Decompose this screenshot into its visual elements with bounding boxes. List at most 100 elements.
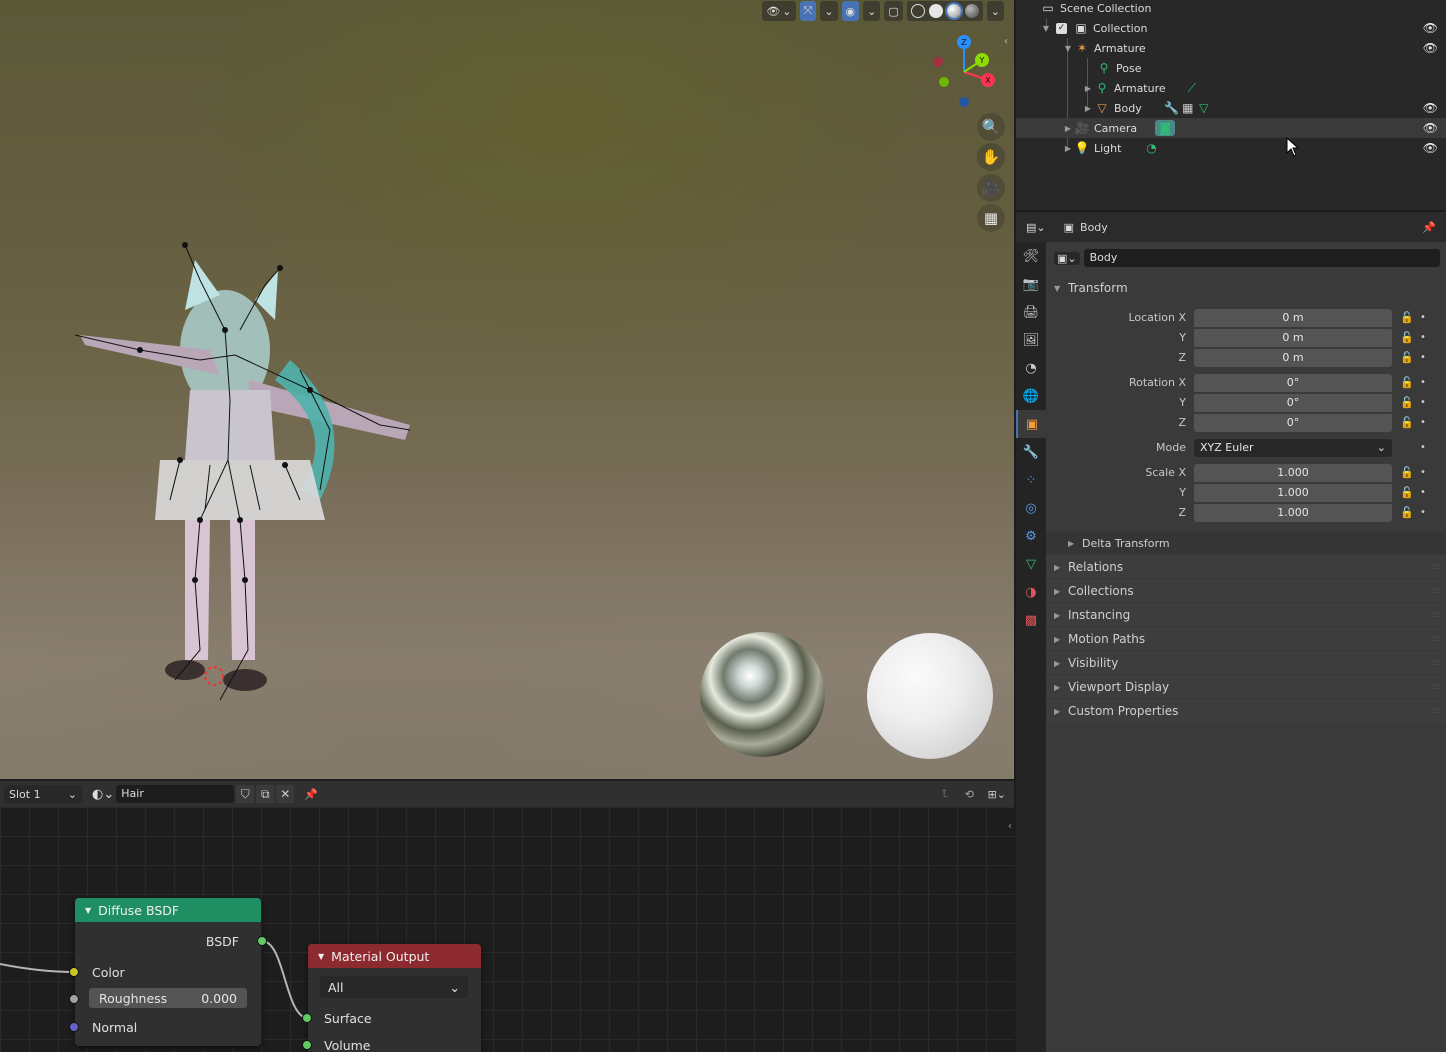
- properties-editor[interactable]: ▤⌄ ▣ Body 📌 🛠 📷 🖨 🖼 ◔ 🌐 ▣ 🔧 ⁘ ◎ ⚙ ▽ ◑ ▩ …: [1016, 212, 1446, 1052]
- surface-input-socket[interactable]: [302, 1013, 312, 1023]
- drag-grip-icon[interactable]: ::::: [1432, 658, 1441, 668]
- output-tab-icon[interactable]: 🖨: [1016, 298, 1046, 326]
- texture-tab-icon[interactable]: ▩: [1016, 606, 1046, 634]
- lock-icon[interactable]: 🔓: [1396, 351, 1418, 364]
- outliner-row-light[interactable]: ▶ 💡 Light ◔ 👁: [1016, 138, 1446, 158]
- pin-icon[interactable]: 📌: [1422, 221, 1436, 234]
- neg-y-axis-handle[interactable]: [939, 77, 949, 87]
- location-z-field[interactable]: 0 m: [1194, 348, 1392, 367]
- rendered-shading-icon[interactable]: [964, 4, 979, 18]
- drag-grip-icon[interactable]: ::::: [1432, 562, 1441, 572]
- scale-y-field[interactable]: 1.000: [1194, 483, 1392, 502]
- collapse-triangle-icon[interactable]: ▼: [318, 952, 324, 961]
- rotation-z-field[interactable]: 0°: [1194, 413, 1392, 432]
- drag-grip-icon[interactable]: ::::: [1432, 586, 1441, 596]
- outliner[interactable]: ▭ Scene Collection ▼ ✓ ▣ Collection 👁 ▼ …: [1016, 0, 1446, 210]
- physics-tab-icon[interactable]: ◎: [1016, 494, 1046, 522]
- motion-paths-panel-header[interactable]: ▶ Motion Paths ::::: [1046, 628, 1446, 650]
- material-slot-select[interactable]: Slot 1 ⌄: [4, 785, 82, 803]
- normal-input-socket[interactable]: [69, 1022, 79, 1032]
- render-tab-icon[interactable]: 📷: [1016, 270, 1046, 298]
- particles-tab-icon[interactable]: ⁘: [1016, 466, 1046, 494]
- expand-triangle-icon[interactable]: ▶: [1062, 124, 1074, 133]
- character-model[interactable]: [60, 240, 430, 720]
- material-output-node[interactable]: ▼ Material Output All ⌄ Surface Volume: [302, 944, 481, 1052]
- snap-icon[interactable]: ⟲: [965, 788, 974, 801]
- rotation-x-field[interactable]: 0°: [1194, 373, 1392, 392]
- shading-dropdown[interactable]: ⌄: [986, 1, 1004, 21]
- material-shading-icon[interactable]: [944, 2, 963, 20]
- neg-z-axis-handle[interactable]: [959, 97, 969, 107]
- color-input-socket[interactable]: [69, 967, 79, 977]
- keyframe-dot-icon[interactable]: •: [1418, 352, 1428, 363]
- outliner-row-camera[interactable]: ▶ 🎥 Camera ◙ 👁: [1016, 118, 1446, 138]
- wireframe-shading-icon[interactable]: [910, 4, 925, 18]
- 3d-viewport[interactable]: 👁 ⌄ ⤧ ⌄ ◉ ⌄ ▢ ⌄ ‹ Z X Y 🔍 ✋ 🎥 ▦: [0, 0, 1014, 779]
- volume-input-socket[interactable]: [302, 1040, 312, 1050]
- instancing-panel-header[interactable]: ▶ Instancing ::::: [1046, 604, 1446, 626]
- scene-tab-icon[interactable]: ◔: [1016, 354, 1046, 382]
- material-browse-icon[interactable]: ◐⌄: [92, 787, 114, 802]
- object-name-field[interactable]: Body: [1083, 249, 1440, 267]
- overlay-toggle[interactable]: ◉: [841, 1, 860, 21]
- roughness-input-socket[interactable]: [69, 994, 79, 1004]
- object-tab-icon[interactable]: ▣: [1016, 410, 1046, 438]
- parent-node-tree-icon[interactable]: ⮤: [942, 787, 949, 801]
- rotation-mode-select[interactable]: XYZ Euler ⌄: [1194, 438, 1392, 457]
- outliner-row-scene-collection[interactable]: ▭ Scene Collection: [1016, 0, 1446, 18]
- drag-grip-icon[interactable]: ::::: [1432, 682, 1441, 692]
- output-target-select[interactable]: All ⌄: [320, 976, 468, 998]
- lock-icon[interactable]: 🔓: [1396, 466, 1418, 479]
- drag-grip-icon[interactable]: ::::: [1432, 634, 1441, 644]
- viewport-display-panel-header[interactable]: ▶ Viewport Display ::::: [1046, 676, 1446, 698]
- scale-z-field[interactable]: 1.000: [1194, 503, 1392, 522]
- lock-icon[interactable]: 🔓: [1396, 506, 1418, 519]
- keyframe-dot-icon[interactable]: •: [1418, 377, 1428, 388]
- outliner-row-body[interactable]: ▶ ▽ Body 🔧 ▦ ▽ 👁: [1016, 98, 1446, 118]
- expand-triangle-icon[interactable]: ▶: [1062, 144, 1074, 153]
- keyframe-dot-icon[interactable]: •: [1418, 312, 1428, 323]
- eye-icon[interactable]: 👁: [1423, 141, 1438, 155]
- data-tab-icon[interactable]: ▽: [1016, 550, 1046, 578]
- node-header[interactable]: ▼ Material Output: [308, 944, 481, 968]
- location-x-field[interactable]: 0 m: [1194, 308, 1392, 327]
- collapse-triangle-icon[interactable]: ▼: [85, 906, 91, 915]
- duplicate-icon[interactable]: ⧉: [256, 785, 275, 803]
- keyframe-dot-icon[interactable]: •: [1418, 442, 1428, 453]
- roughness-slider[interactable]: Roughness 0.000: [89, 988, 247, 1008]
- close-icon[interactable]: ✕: [276, 785, 295, 803]
- tool-tab-icon[interactable]: 🛠: [1016, 242, 1046, 270]
- keyframe-dot-icon[interactable]: •: [1418, 397, 1428, 408]
- drag-grip-icon[interactable]: ::::: [1432, 706, 1441, 716]
- overlay-dropdown[interactable]: ⌄: [863, 1, 881, 21]
- editor-type-icon[interactable]: ▤⌄: [1026, 221, 1046, 234]
- modifier-tab-icon[interactable]: 🔧: [1016, 438, 1046, 466]
- lock-icon[interactable]: 🔓: [1396, 376, 1418, 389]
- checkbox-icon[interactable]: ✓: [1056, 22, 1067, 34]
- grid-icon[interactable]: ▦: [977, 204, 1005, 232]
- eye-icon[interactable]: 👁: [1423, 21, 1438, 35]
- lock-icon[interactable]: 🔓: [1396, 311, 1418, 324]
- expand-triangle-icon[interactable]: ▼: [1040, 24, 1052, 33]
- keyframe-dot-icon[interactable]: •: [1418, 332, 1428, 343]
- expand-triangle-icon[interactable]: ▶: [1082, 104, 1094, 113]
- world-tab-icon[interactable]: 🌐: [1016, 382, 1046, 410]
- visibility-panel-header[interactable]: ▶ Visibility ::::: [1046, 652, 1446, 674]
- keyframe-dot-icon[interactable]: •: [1418, 507, 1428, 518]
- eye-icon[interactable]: 👁: [1423, 101, 1438, 115]
- rotation-y-field[interactable]: 0°: [1194, 393, 1392, 412]
- location-y-field[interactable]: 0 m: [1194, 328, 1392, 347]
- gizmo-toggle[interactable]: ⤧: [799, 1, 817, 21]
- neg-x-axis-handle[interactable]: [933, 57, 943, 67]
- camera-view-icon[interactable]: 🎥: [977, 174, 1005, 202]
- node-header[interactable]: ▼ Diffuse BSDF: [75, 898, 261, 922]
- object-type-dropdown[interactable]: ▣⌄: [1054, 251, 1080, 265]
- fake-user-shield-icon[interactable]: ⛉: [236, 785, 255, 803]
- eye-icon[interactable]: 👁: [1423, 121, 1438, 135]
- expand-triangle-icon[interactable]: ▶: [1082, 84, 1094, 93]
- material-tab-icon[interactable]: ◑: [1016, 578, 1046, 606]
- eye-icon[interactable]: 👁: [1423, 41, 1438, 55]
- scale-x-field[interactable]: 1.000: [1194, 463, 1392, 482]
- snap-target-dropdown-icon[interactable]: ⊞⌄: [988, 788, 1006, 801]
- expand-triangle-icon[interactable]: ▼: [1062, 44, 1074, 53]
